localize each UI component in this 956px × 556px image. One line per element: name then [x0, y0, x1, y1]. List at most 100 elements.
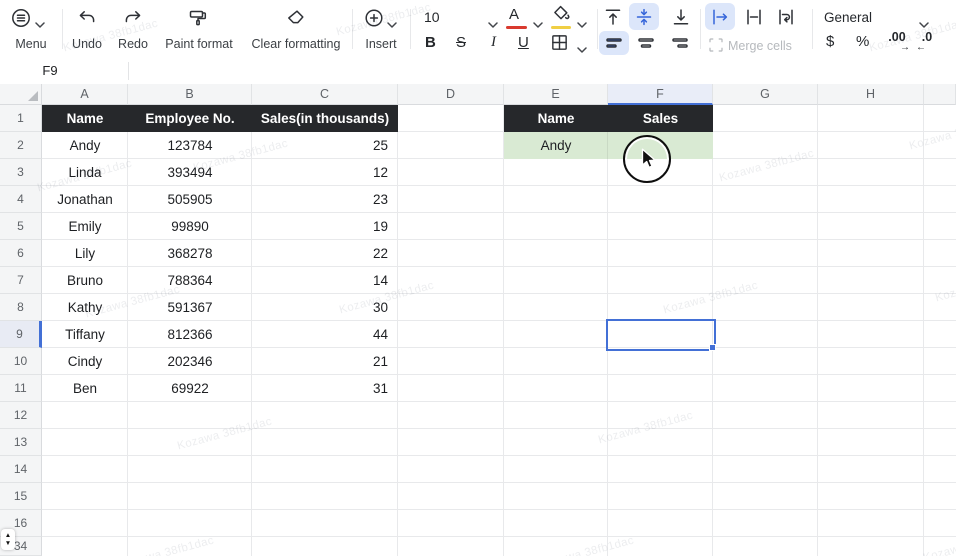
row-header-2[interactable]: 2	[0, 132, 42, 159]
column-header-F[interactable]: F	[608, 84, 713, 105]
redo-icon[interactable]	[123, 8, 143, 33]
cell-A11[interactable]: Ben	[42, 375, 128, 402]
column-header-A[interactable]: A	[42, 84, 128, 105]
merge-cells-icon[interactable]	[708, 37, 724, 58]
row-header-4[interactable]: 4	[0, 186, 42, 213]
insert-chevron-icon[interactable]	[387, 15, 397, 33]
cell-B6[interactable]: 368278	[128, 240, 252, 267]
cell-B7[interactable]: 788364	[128, 267, 252, 294]
column-header-E[interactable]: E	[504, 84, 608, 105]
select-all-corner[interactable]	[0, 84, 42, 105]
borders-chevron-icon[interactable]	[577, 40, 587, 58]
scroll-up-icon[interactable]: ▲	[5, 532, 11, 540]
cell-C5[interactable]: 19	[252, 213, 398, 240]
vertical-align-top-icon[interactable]	[603, 7, 623, 32]
cell-B3[interactable]: 393494	[128, 159, 252, 186]
cell-A5[interactable]: Emily	[42, 213, 128, 240]
number-format-dropdown[interactable]: General	[824, 10, 872, 25]
font-color-button[interactable]: A	[509, 6, 519, 23]
column-header-partial[interactable]	[924, 84, 956, 105]
name-box[interactable]: F9	[0, 58, 100, 84]
row-header-5[interactable]: 5	[0, 213, 42, 240]
fill-color-icon[interactable]	[551, 5, 571, 28]
cell-E1[interactable]: Name	[504, 105, 608, 132]
cell-C8[interactable]: 30	[252, 294, 398, 321]
italic-button[interactable]: I	[491, 34, 496, 51]
paint-format-button[interactable]: Paint format	[159, 36, 239, 52]
scroll-down-icon[interactable]: ▼	[5, 540, 11, 548]
cell-A9[interactable]: Tiffany	[42, 321, 128, 348]
text-clip-icon[interactable]	[744, 7, 764, 32]
column-header-H[interactable]: H	[818, 84, 924, 105]
cell-A2[interactable]: Andy	[42, 132, 128, 159]
fill-handle[interactable]	[709, 344, 716, 351]
column-header-G[interactable]: G	[713, 84, 818, 105]
insert-icon[interactable]	[364, 8, 384, 33]
cell-F1[interactable]: Sales	[608, 105, 713, 132]
cell-C6[interactable]: 22	[252, 240, 398, 267]
row-header-3[interactable]: 3	[0, 159, 42, 186]
column-header-D[interactable]: D	[398, 84, 504, 105]
row-header-10[interactable]: 10	[0, 348, 42, 375]
clear-formatting-icon[interactable]	[285, 8, 305, 33]
menu-button[interactable]: Menu	[4, 36, 58, 52]
cell-C2[interactable]: 25	[252, 132, 398, 159]
redo-button[interactable]: Redo	[103, 36, 163, 52]
cell-B8[interactable]: 591367	[128, 294, 252, 321]
row-header-11[interactable]: 11	[0, 375, 42, 402]
cell-B4[interactable]: 505905	[128, 186, 252, 213]
cell-A1[interactable]: Name	[42, 105, 128, 132]
align-left-button[interactable]	[599, 31, 629, 55]
vertical-align-middle-button[interactable]	[629, 3, 659, 30]
row-header-13[interactable]: 13	[0, 429, 42, 456]
cell-C11[interactable]: 31	[252, 375, 398, 402]
column-header-B[interactable]: B	[128, 84, 252, 105]
insert-button[interactable]: Insert	[351, 36, 411, 52]
cell-C9[interactable]: 44	[252, 321, 398, 348]
cell-B2[interactable]: 123784	[128, 132, 252, 159]
bold-button[interactable]: B	[425, 34, 436, 51]
row-header-6[interactable]: 6	[0, 240, 42, 267]
cell-C3[interactable]: 12	[252, 159, 398, 186]
align-right-icon[interactable]	[671, 34, 689, 57]
cell-A4[interactable]: Jonathan	[42, 186, 128, 213]
font-color-chevron-icon[interactable]	[533, 15, 543, 33]
cell-A8[interactable]: Kathy	[42, 294, 128, 321]
column-header-C[interactable]: C	[252, 84, 398, 105]
fill-color-chevron-icon[interactable]	[577, 15, 587, 33]
cell-A10[interactable]: Cindy	[42, 348, 128, 375]
row-header-8[interactable]: 8	[0, 294, 42, 321]
strikethrough-button[interactable]: S	[456, 34, 466, 51]
text-wrap-icon[interactable]	[776, 7, 796, 32]
row-scroll-arrows[interactable]: ▲ ▼	[1, 529, 15, 550]
menu-chevron-icon[interactable]	[35, 15, 45, 33]
cell-E2[interactable]: Andy	[504, 132, 608, 159]
underline-button[interactable]: U	[518, 34, 529, 51]
row-header-14[interactable]: 14	[0, 456, 42, 483]
text-overflow-button[interactable]	[705, 3, 735, 30]
row-header-9[interactable]: 9	[0, 321, 42, 348]
cell-B5[interactable]: 99890	[128, 213, 252, 240]
cell-B10[interactable]: 202346	[128, 348, 252, 375]
decrease-decimal-button[interactable]: .0 ←	[916, 31, 938, 53]
row-header-12[interactable]: 12	[0, 402, 42, 429]
formula-input[interactable]	[136, 58, 946, 84]
cell-B1[interactable]: Employee No.	[128, 105, 252, 132]
cell-C4[interactable]: 23	[252, 186, 398, 213]
currency-format-button[interactable]: $	[826, 33, 834, 50]
clear-formatting-button[interactable]: Clear formatting	[244, 36, 348, 52]
cell-A6[interactable]: Lily	[42, 240, 128, 267]
menu-icon[interactable]	[10, 7, 32, 34]
paint-format-icon[interactable]	[188, 8, 208, 33]
cell-B9[interactable]: 812366	[128, 321, 252, 348]
font-size-chevron-icon[interactable]	[488, 15, 498, 33]
font-size-value[interactable]: 10	[424, 9, 440, 25]
undo-icon[interactable]	[77, 8, 97, 33]
cell-C10[interactable]: 21	[252, 348, 398, 375]
align-center-icon[interactable]	[637, 34, 655, 57]
vertical-align-bottom-icon[interactable]	[671, 7, 691, 32]
row-header-7[interactable]: 7	[0, 267, 42, 294]
cell-C1[interactable]: Sales(in thousands)	[252, 105, 398, 132]
increase-decimal-button[interactable]: .00 →	[884, 31, 910, 53]
cell-B11[interactable]: 69922	[128, 375, 252, 402]
